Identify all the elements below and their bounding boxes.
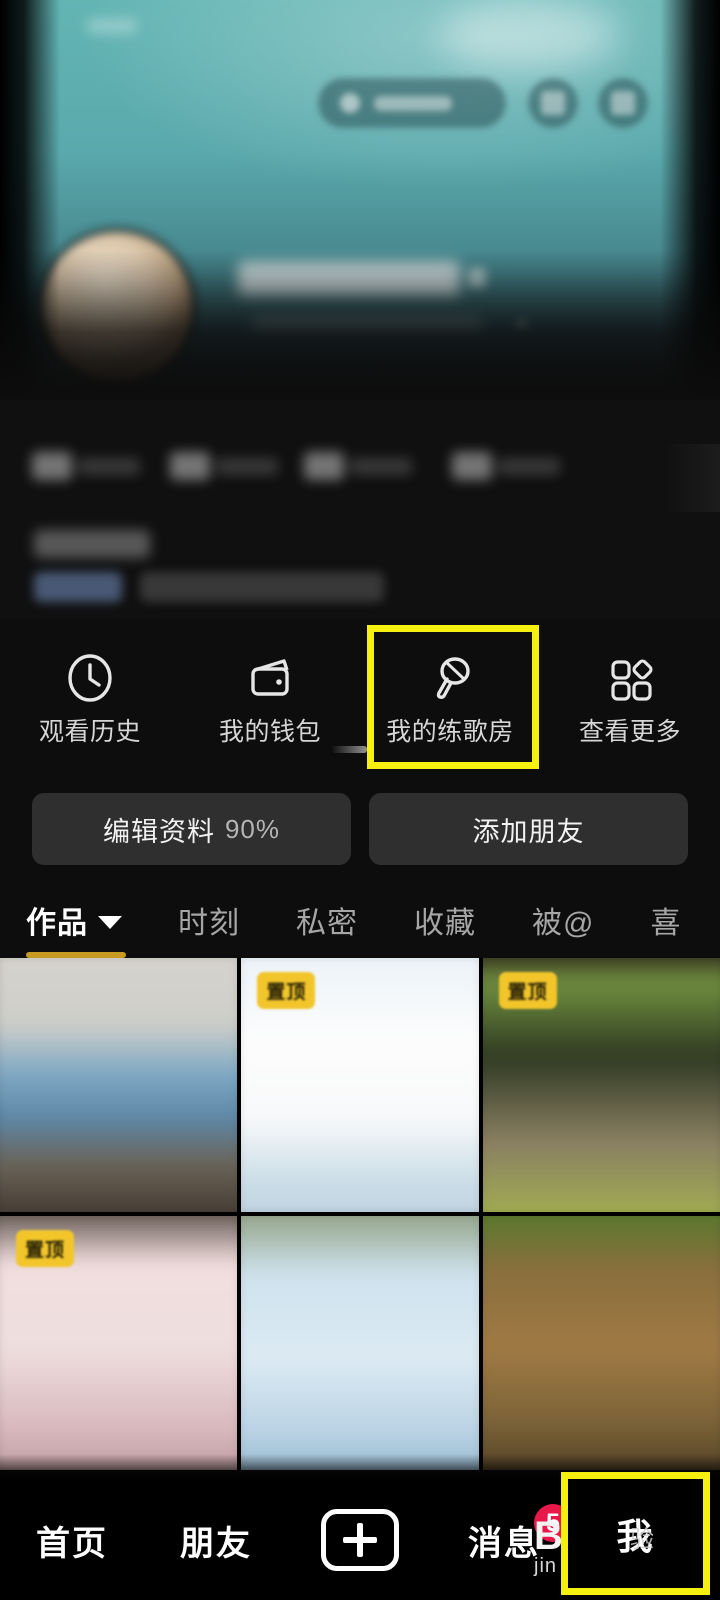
cover-menu-button[interactable]: [598, 78, 648, 128]
tab-mentions[interactable]: 被@: [532, 898, 594, 942]
edit-profile-percent: 90%: [224, 813, 281, 844]
quick-action-my-wallet[interactable]: 我的钱包: [180, 618, 360, 778]
cover-cloud: [440, 0, 620, 70]
thumb-caption-strip: [482, 958, 720, 966]
post-grid: 置顶 置顶 置顶: [0, 958, 720, 1470]
stat-value-redacted: [452, 452, 492, 480]
grid-bottom-fade: [0, 1454, 720, 1480]
chevron-down-icon[interactable]: [98, 916, 122, 929]
wallet-icon: [251, 658, 289, 696]
nav-item-create[interactable]: [288, 1480, 432, 1600]
scroll-hint-divider: [331, 746, 367, 753]
tab-label: 作品: [26, 907, 88, 940]
quick-action-my-karaoke-room[interactable]: 我的练歌房: [360, 618, 540, 778]
nav-item-home[interactable]: 首页: [0, 1480, 144, 1600]
profile-location-chip[interactable]: [140, 572, 384, 602]
quick-action-label: 观看历史: [38, 717, 141, 746]
nav-label: 首页: [36, 1524, 108, 1563]
stat-label-redacted: [78, 458, 140, 475]
stat-label-redacted: [498, 458, 560, 475]
plus-glyph: [343, 1523, 377, 1557]
nav-item-messages[interactable]: 消息 5: [432, 1480, 576, 1600]
profile-tag-chip[interactable]: [34, 572, 122, 602]
tab-works[interactable]: 作品: [26, 898, 122, 942]
quick-action-label: 查看更多: [578, 717, 681, 746]
post-thumb-4[interactable]: 置顶: [0, 1216, 238, 1470]
nav-label: 朋友: [180, 1524, 252, 1563]
tab-label: 时刻: [178, 907, 240, 940]
tab-likes[interactable]: 喜: [650, 898, 681, 942]
tab-label: 喜: [650, 907, 682, 940]
quick-actions-row: 观看历史 我的钱包 我的练歌房 查看更多: [0, 618, 720, 778]
menu-icon: [611, 91, 635, 115]
thumb-image: [0, 958, 238, 1212]
stat-label-redacted: [216, 458, 278, 475]
tab-label: 收藏: [414, 907, 476, 940]
pinned-badge: 置顶: [498, 972, 557, 1009]
profile-stats: [0, 400, 720, 618]
search-icon: [340, 93, 360, 113]
nav-label: 消息: [468, 1524, 540, 1563]
nav-item-friends[interactable]: 朋友: [144, 1480, 288, 1600]
post-thumb-1[interactable]: [0, 958, 238, 1212]
nav-profile-highlight-fill[interactable]: 我 验: [568, 1479, 703, 1588]
quick-action-watch-history[interactable]: 观看历史: [0, 618, 180, 778]
quick-action-label: 我的练歌房: [386, 717, 514, 746]
stat-value-redacted: [304, 452, 344, 480]
post-thumb-5[interactable]: [241, 1216, 479, 1470]
post-thumb-3[interactable]: 置顶: [482, 958, 720, 1212]
add-friend-label: 添加朋友: [472, 816, 585, 847]
thumb-image: [482, 1216, 720, 1470]
grid-more-icon: [611, 658, 653, 701]
cover-scan-button[interactable]: [528, 78, 578, 128]
tab-label: 被@: [532, 907, 595, 940]
stat-label-redacted: [350, 458, 412, 475]
stats-right-edge: [662, 444, 720, 512]
nav-profile-ghost-text: 验: [630, 1526, 654, 1553]
post-thumb-2[interactable]: 置顶: [241, 958, 479, 1212]
clock-icon: [68, 653, 112, 702]
tab-private[interactable]: 私密: [296, 898, 358, 942]
content-tabs: 作品 时刻 私密 收藏 被@ 喜: [0, 880, 720, 960]
quick-action-view-more[interactable]: 查看更多: [540, 618, 720, 778]
phone-screen: 观看历史 我的钱包 我的练歌房 查看更多 编辑资料 90% 添加朋友 作品 时刻…: [0, 0, 720, 1600]
pinned-badge: 置顶: [16, 1230, 75, 1267]
scan-icon: [541, 91, 565, 115]
search-placeholder-blur: [374, 96, 452, 111]
active-tab-underline: [26, 952, 126, 958]
tab-favorites[interactable]: 收藏: [414, 898, 476, 942]
add-friend-button[interactable]: 添加朋友: [369, 793, 688, 865]
quick-action-label: 我的钱包: [218, 717, 321, 746]
tab-moments[interactable]: 时刻: [178, 898, 240, 942]
cover-bottom-fade: [0, 250, 720, 400]
post-thumb-6[interactable]: [482, 1216, 720, 1470]
status-bar-blur: [86, 18, 138, 34]
pinned-badge: 置顶: [257, 972, 316, 1009]
edit-profile-button[interactable]: 编辑资料 90%: [32, 793, 351, 865]
profile-action-buttons: 编辑资料 90% 添加朋友: [0, 778, 720, 880]
tab-label: 私密: [296, 907, 358, 940]
stat-value-redacted: [32, 452, 72, 480]
plus-icon[interactable]: [321, 1509, 399, 1571]
stat-value-redacted: [170, 452, 210, 480]
microphone-icon: [436, 656, 470, 699]
thumb-image: [241, 1216, 479, 1470]
cover-search-pill[interactable]: [318, 78, 506, 128]
edit-profile-label: 编辑资料: [102, 816, 215, 847]
profile-cover: [0, 0, 720, 400]
message-badge: 5: [534, 1504, 572, 1542]
bio-text-redacted[interactable]: [34, 530, 150, 558]
